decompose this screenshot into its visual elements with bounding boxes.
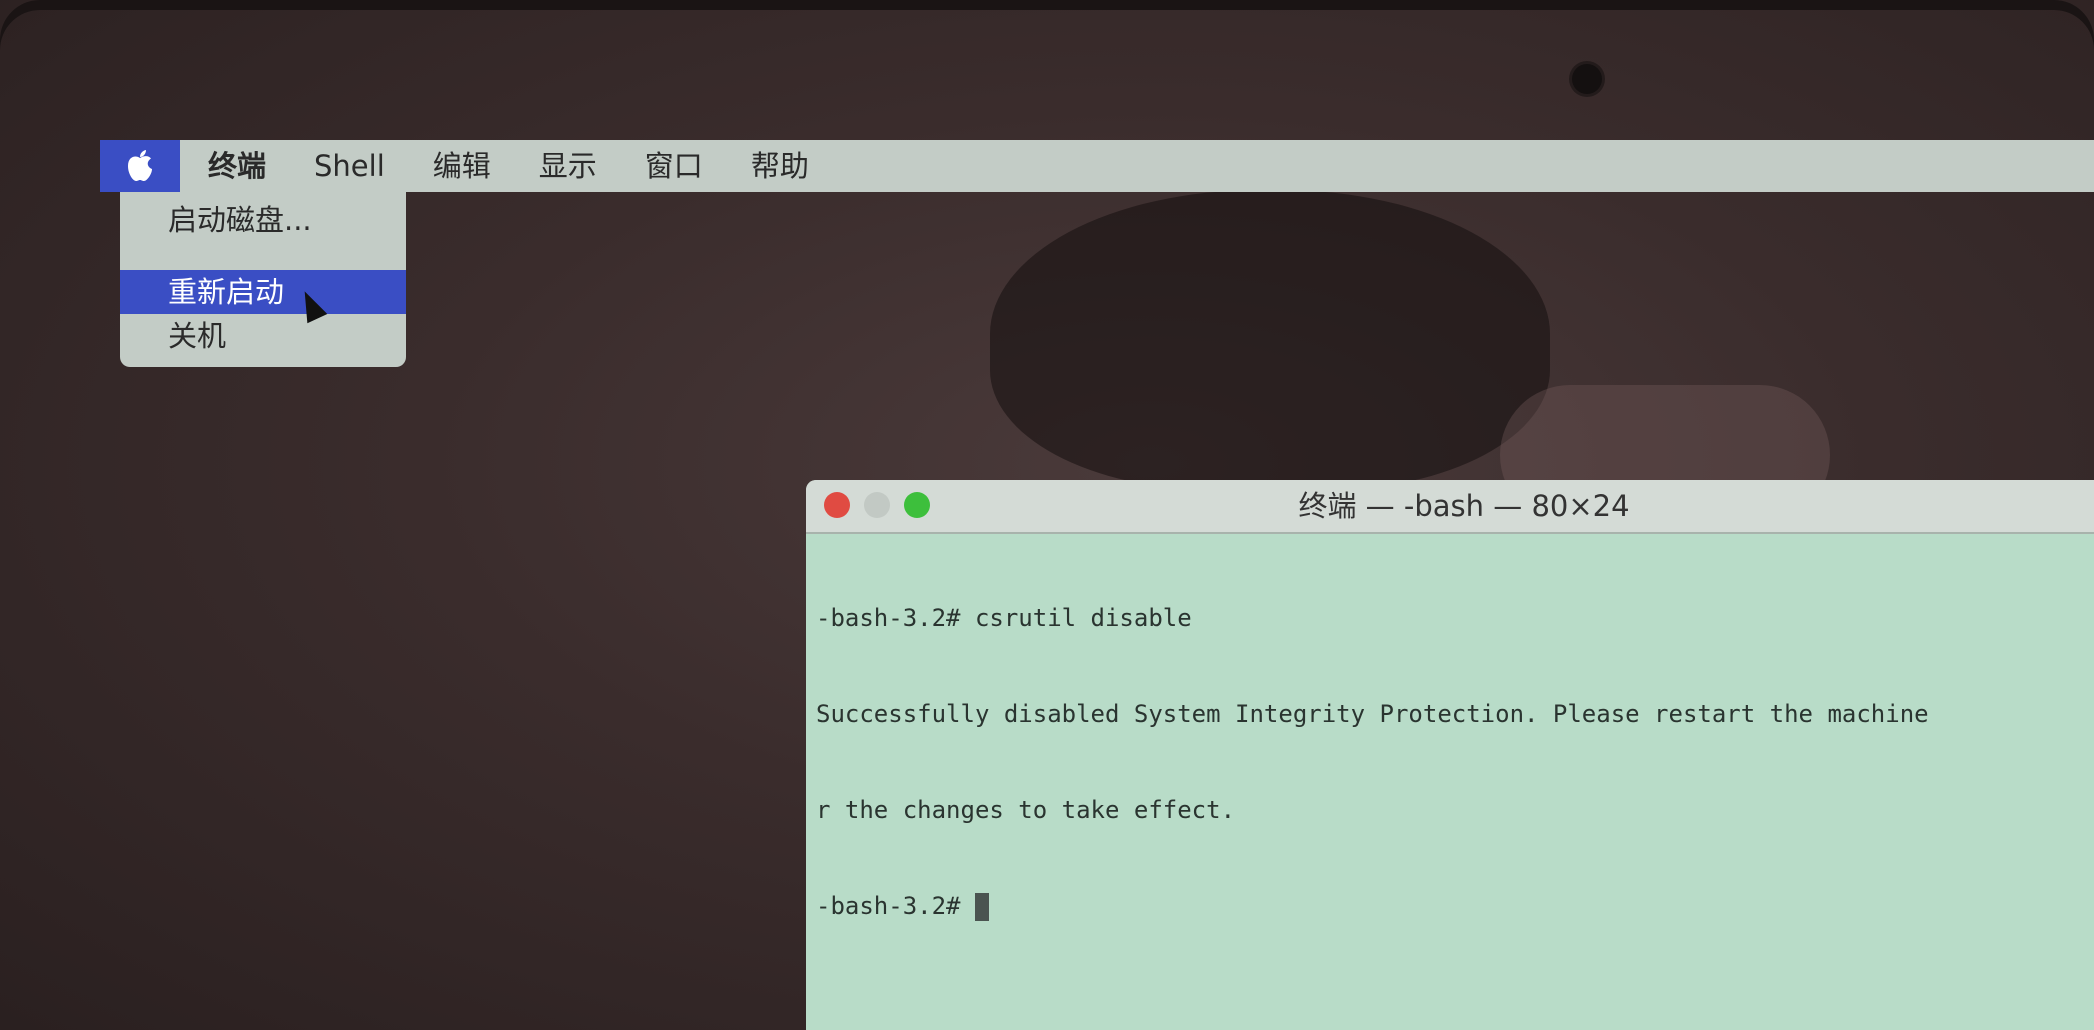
apple-menu[interactable] [100,140,180,192]
terminal-title: 终端 — -bash — 80×24 [1298,489,1630,523]
menu-edit[interactable]: 编辑 [409,140,515,192]
apple-icon [128,150,152,181]
menu-shell[interactable]: Shell [290,140,409,192]
menu-bar: 终端 Shell 编辑 显示 窗口 帮助 [100,140,2094,192]
terminal-titlebar[interactable]: 终端 — -bash — 80×24 [806,480,2094,534]
terminal-window[interactable]: 终端 — -bash — 80×24 -bash-3.2# csrutil di… [806,480,2094,1030]
text-cursor [974,893,989,921]
terminal-line: -bash-3.2# [816,892,975,920]
apple-dropdown-menu: 启动磁盘... 重新启动 关机 [120,192,406,367]
menu-item-shutdown[interactable]: 关机 [120,314,406,358]
menu-item-startup-disk[interactable]: 启动磁盘... [120,198,406,242]
terminal-line: Successfully disabled System Integrity P… [816,700,1929,728]
terminal-prompt-line: -bash-3.2# [816,890,2086,922]
terminal-line: -bash-3.2# csrutil disable [816,604,1192,632]
webcam [1572,64,1602,94]
menu-terminal[interactable]: 终端 [184,140,290,192]
terminal-output[interactable]: -bash-3.2# csrutil disable Successfully … [816,538,2086,986]
menu-view[interactable]: 显示 [515,140,621,192]
menu-item-restart[interactable]: 重新启动 [120,270,406,314]
menu-help[interactable]: 帮助 [727,140,833,192]
menu-window[interactable]: 窗口 [621,140,727,192]
screen-reflection [990,190,1550,490]
terminal-line: r the changes to take effect. [816,796,1236,824]
